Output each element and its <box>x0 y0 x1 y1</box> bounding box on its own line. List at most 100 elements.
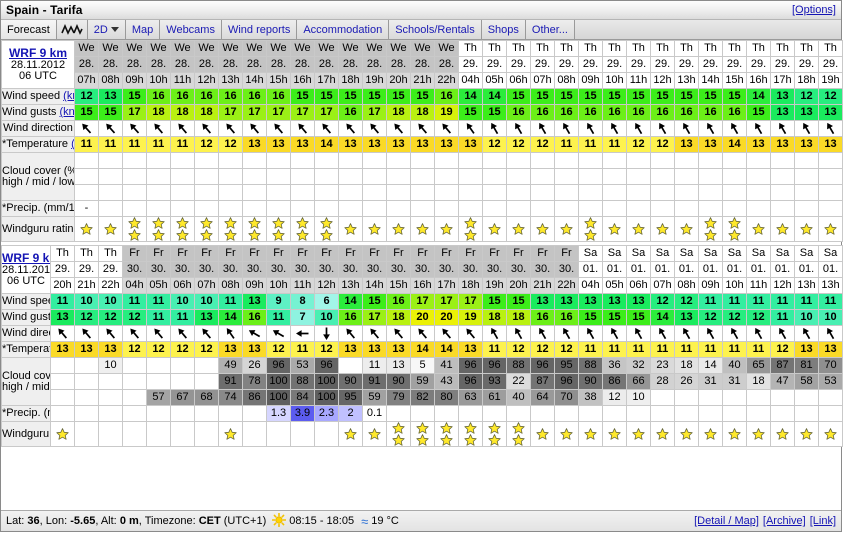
wind-direction-cell <box>170 325 195 342</box>
rating-star-icon <box>416 434 429 446</box>
temperature-cell: 13 <box>434 136 459 153</box>
footer-link-2[interactable]: [Link] <box>810 515 836 527</box>
cloud-low-cell <box>122 389 147 406</box>
wind-gusts-unit-link[interactable]: (knots) <box>59 106 73 118</box>
date-header-cell: 01. <box>578 261 603 278</box>
date-header-cell: 28. <box>410 56 435 73</box>
row-label-rating: Windguru rating <box>1 216 75 242</box>
wind-direction-arrow-icon <box>106 123 116 134</box>
temperature-cell: 13 <box>458 341 483 358</box>
cloud-high-cell <box>314 152 339 169</box>
tab-accommodation[interactable]: Accommodation <box>297 20 390 39</box>
wind-gusts-cell: 13 <box>194 309 219 326</box>
wind-direction-arrow-icon <box>587 122 595 135</box>
wind-direction-arrow-icon <box>515 327 523 340</box>
model-name-link[interactable]: WRF 9 km <box>3 251 50 265</box>
cloud-high-cell <box>794 152 819 169</box>
temperature-cell: 12 <box>506 136 531 153</box>
day-header-cell: Fr <box>410 245 435 262</box>
wind-speed-unit-link[interactable]: (knots) <box>63 90 73 102</box>
wind-direction-arrow-icon <box>659 327 667 340</box>
temperature-cell: 12 <box>314 341 339 358</box>
footer-link-1[interactable]: [Archive] <box>763 515 806 527</box>
wind-gusts-cell: 15 <box>578 309 603 326</box>
date-header-cell: 30. <box>170 261 195 278</box>
timezone-value: CET <box>198 515 221 527</box>
footer-link-0[interactable]: [Detail / Map] <box>694 515 759 527</box>
wind-direction-arrow-icon <box>539 122 547 135</box>
table-row: *Temperature (°C)13131312121212131312111… <box>1 341 843 358</box>
temperature-cell: 13 <box>674 136 699 153</box>
wind-direction-arrow-icon <box>82 123 92 134</box>
rating-star-icon <box>488 422 501 434</box>
day-header-cell: We <box>218 40 243 57</box>
hour-header-cell: 15h <box>722 72 747 89</box>
wind-direction-arrow-icon <box>731 122 739 135</box>
options-link[interactable]: [Options] <box>792 4 836 16</box>
table-row: 29. 29. 29. 30. 30. 30. 30. 30. 30. 30. 30. 30. 30. 3… <box>2 261 843 278</box>
hour-header-cell: 04h <box>458 72 483 89</box>
date-header-cell: 01. <box>626 261 651 278</box>
day-header-cell: Sa <box>722 245 747 262</box>
date-header-cell: 29. <box>554 56 579 73</box>
footer-info: Lat: 36, Lon: -5.65, Alt: 0 m, Timezone:… <box>6 515 266 527</box>
row-label-wind-direction: Wind direction <box>1 120 75 137</box>
tab-other[interactable]: Other... <box>525 20 575 39</box>
temperature-cell: 12 <box>650 136 675 153</box>
rating-cell <box>482 421 507 447</box>
wind-direction-cell <box>242 120 267 137</box>
tab-webcams-label: Webcams <box>166 23 215 36</box>
wind-speed-cell: 16 <box>434 88 459 105</box>
rating-star-icon <box>224 428 237 440</box>
tab-forecast[interactable]: Forecast <box>1 20 57 39</box>
model-run: 06 UTC <box>19 70 57 82</box>
cloud-high-cell <box>722 152 747 169</box>
tab-wind-reports[interactable]: Wind reports <box>221 20 298 39</box>
tab-schools-rentals[interactable]: Schools/Rentals <box>389 20 482 39</box>
rating-star-icon <box>536 428 549 440</box>
cloud-low-cell <box>746 184 771 201</box>
precip-cell <box>506 405 531 422</box>
page-title: Spain - Tarifa <box>6 3 83 17</box>
wind-direction-cell <box>794 120 819 137</box>
precip-cell <box>362 200 387 217</box>
temperature-unit-link[interactable]: (°C) <box>71 138 73 150</box>
temperature-cell: 13 <box>362 341 387 358</box>
wind-direction-arrow-icon <box>323 327 330 340</box>
wind-gusts-cell: 11 <box>770 309 795 326</box>
chevron-down-icon[interactable] <box>110 27 119 32</box>
wind-gusts-cell: 13 <box>50 309 75 326</box>
wind-speed-cell: 15 <box>722 88 747 105</box>
tab-shops[interactable]: Shops <box>481 20 526 39</box>
wind-direction-arrow-icon <box>154 123 164 134</box>
wind-gusts-cell: 16 <box>338 104 363 121</box>
date-header-cell: 30. <box>434 261 459 278</box>
tab-bar-filler <box>574 20 841 39</box>
rating-cell <box>818 216 843 242</box>
day-header-cell: Sa <box>674 245 699 262</box>
tab-chart[interactable] <box>56 20 88 39</box>
wind-direction-cell <box>290 120 315 137</box>
wind-speed-cell: 15 <box>362 293 387 310</box>
tab-webcams[interactable]: Webcams <box>160 20 222 39</box>
tab-map[interactable]: Map <box>125 20 161 39</box>
wind-direction-cell <box>362 325 387 342</box>
table-row: Wind direction <box>1 120 843 137</box>
precip-cell <box>650 200 675 217</box>
precip-cell: 2 <box>338 405 363 422</box>
cloud-low-cell: 79 <box>386 389 411 406</box>
rating-stars <box>676 428 698 440</box>
wind-direction-cell <box>242 325 267 342</box>
cloud-high-cell <box>386 152 411 169</box>
tab-2d[interactable]: 2D <box>87 20 126 39</box>
wind-direction-cell <box>314 120 339 137</box>
tab-forecast-label: Forecast <box>7 23 50 36</box>
cloud-low-cell <box>458 184 483 201</box>
cloud-high-cell <box>242 152 267 169</box>
temperature-cell: 13 <box>818 341 843 358</box>
wind-speed-cell: 15 <box>674 88 699 105</box>
rating-star-icon <box>440 434 453 446</box>
model-name-link[interactable]: WRF 9 km <box>9 46 67 60</box>
cloud-mid-cell <box>506 168 531 185</box>
day-header-cell: Th <box>602 40 627 57</box>
